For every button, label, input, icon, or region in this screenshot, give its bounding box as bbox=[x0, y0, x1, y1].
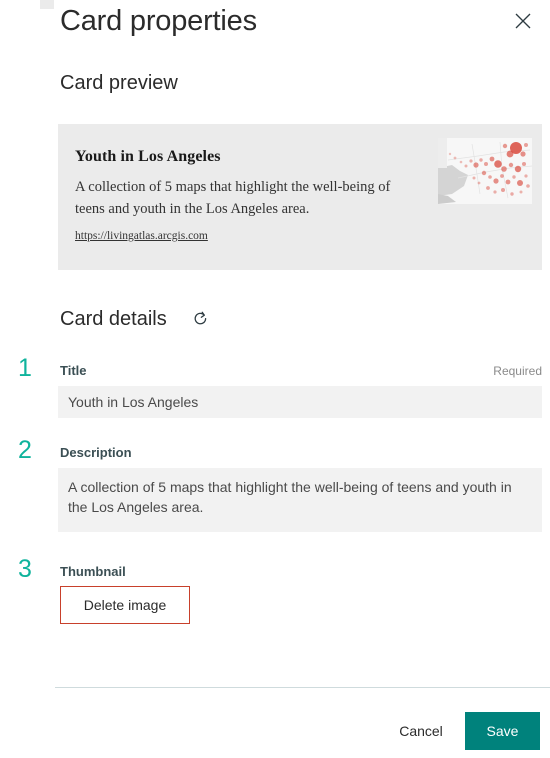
map-thumbnail-icon bbox=[438, 138, 532, 204]
preview-card-title: Youth in Los Angeles bbox=[75, 148, 221, 165]
card-details-heading: Card details bbox=[60, 308, 167, 330]
title-field-label: Title bbox=[60, 363, 87, 378]
page-title: Card properties bbox=[60, 5, 257, 37]
dialog-header: Card properties bbox=[0, 0, 550, 52]
preview-card-description: A collection of 5 maps that highlight th… bbox=[75, 179, 391, 217]
title-input[interactable] bbox=[58, 386, 542, 418]
card-preview-panel: Youth in Los Angeles A collection of 5 m… bbox=[58, 124, 542, 270]
thumbnail-field-label: Thumbnail bbox=[60, 564, 126, 579]
preview-card-link[interactable]: https://livingatlas.arcgis.com bbox=[75, 230, 208, 242]
delete-image-button[interactable]: Delete image bbox=[60, 586, 190, 624]
card-properties-dialog: Card properties Card preview Youth in Lo… bbox=[0, 0, 550, 758]
card-preview-heading: Card preview bbox=[60, 72, 178, 94]
title-required-label: Required bbox=[493, 364, 542, 378]
close-icon[interactable] bbox=[506, 4, 540, 38]
cancel-button[interactable]: Cancel bbox=[391, 715, 451, 747]
step-number-2: 2 bbox=[18, 436, 32, 464]
save-button[interactable]: Save bbox=[465, 712, 540, 750]
step-number-1: 1 bbox=[18, 354, 32, 382]
step-number-3: 3 bbox=[18, 555, 32, 583]
refresh-ccw-icon[interactable] bbox=[188, 306, 212, 330]
description-input[interactable] bbox=[58, 468, 542, 532]
footer-divider bbox=[55, 687, 550, 688]
description-field-label: Description bbox=[60, 445, 132, 460]
